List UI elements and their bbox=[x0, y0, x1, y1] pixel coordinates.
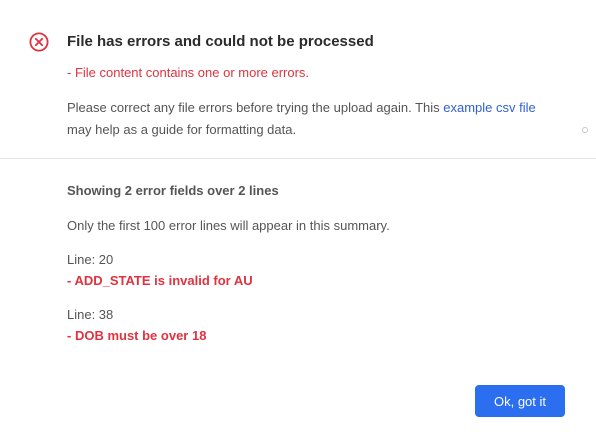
error-limit-note: Only the first 100 error lines will appe… bbox=[67, 218, 390, 233]
help-text-after: may help as a guide for formatting data. bbox=[67, 122, 297, 137]
error-line-message: - DOB must be over 18 bbox=[67, 328, 207, 343]
error-line-item: Line: 20 - ADD_STATE is invalid for AU bbox=[67, 250, 567, 291]
error-line-number: Line: 20 bbox=[67, 252, 114, 267]
error-line-number: Line: 38 bbox=[67, 307, 114, 322]
error-line-item: Line: 38 - DOB must be over 18 bbox=[67, 305, 567, 346]
error-summary-text: - File content contains one or more erro… bbox=[67, 65, 310, 80]
error-summary-section: Showing 2 error fields over 2 lines Only… bbox=[67, 181, 567, 346]
help-text: Please correct any file errors before tr… bbox=[67, 97, 557, 141]
example-csv-file-link[interactable]: example csv file bbox=[443, 100, 535, 115]
error-line-message: - ADD_STATE is invalid for AU bbox=[67, 273, 253, 288]
error-count-heading: Showing 2 error fields over 2 lines bbox=[67, 183, 279, 198]
error-dialog: File has errors and could not be process… bbox=[0, 0, 596, 440]
scroll-indicator bbox=[582, 127, 588, 133]
ok-got-it-button[interactable]: Ok, got it bbox=[475, 385, 565, 417]
error-x-circle-icon bbox=[29, 32, 49, 52]
dialog-title: File has errors and could not be process… bbox=[67, 33, 374, 50]
help-text-before: Please correct any file errors before tr… bbox=[67, 100, 444, 115]
dialog-header: File has errors and could not be process… bbox=[0, 0, 596, 159]
